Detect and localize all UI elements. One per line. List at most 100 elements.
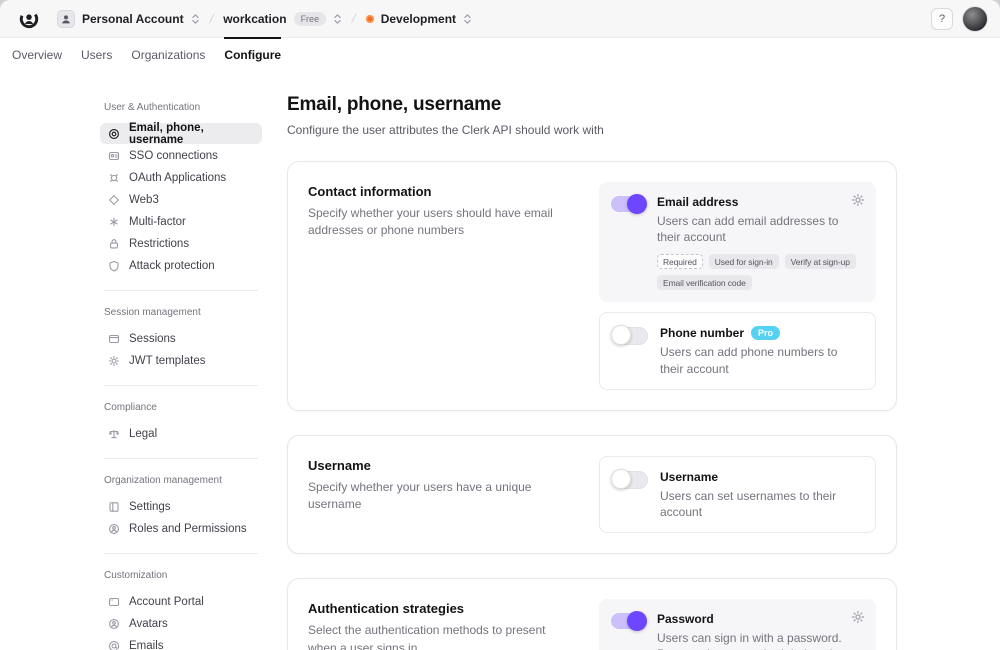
sidebar-item-avatars[interactable]: Avatars: [100, 613, 262, 634]
card-controls-column: Email address Users can add email addres…: [599, 182, 876, 390]
sidebar-item-jwt-templates[interactable]: JWT templates: [100, 350, 262, 371]
clerk-logo-icon[interactable]: [18, 8, 40, 30]
panel-body: Email address Users can add email addres…: [657, 194, 864, 290]
sidebar-item-label: Web3: [129, 194, 159, 206]
authentication-strategies-card: Authentication strategies Select the aut…: [287, 578, 897, 650]
breadcrumb-workspace[interactable]: workcation Free: [223, 12, 342, 26]
tab-bar: Overview Users Organizations Configure: [0, 38, 1000, 72]
panel-description: Users can sign in with a password. Passw…: [657, 630, 864, 650]
sidebar-item-label: Avatars: [129, 618, 168, 630]
content-area: User & Authentication Email, phone, user…: [0, 72, 1000, 650]
sidebar-item-restrictions[interactable]: Restrictions: [100, 233, 262, 254]
chevron-updown-icon: [191, 13, 200, 25]
chevron-updown-icon: [333, 13, 342, 25]
card-title: Authentication strategies: [308, 601, 571, 616]
sidebar-item-sessions[interactable]: Sessions: [100, 328, 262, 349]
sidebar-item-settings[interactable]: Settings: [100, 496, 262, 517]
panel-title: Phone number: [660, 326, 744, 340]
card-title: Username: [308, 458, 571, 473]
workspace-label: workcation: [223, 12, 286, 26]
fingerprint-icon: [108, 128, 120, 140]
at-sign-icon: [108, 640, 120, 650]
panel-title: Email address: [657, 195, 738, 209]
username-toggle[interactable]: [612, 471, 648, 489]
settings-gear-icon[interactable]: [851, 193, 865, 207]
sidebar-item-label: Restrictions: [129, 238, 189, 250]
main-panel: Email, phone, username Configure the use…: [287, 72, 897, 650]
toggle-knob: [627, 611, 647, 631]
password-panel: Password Users can sign in with a passwo…: [599, 599, 876, 650]
username-card: Username Specify whether your users have…: [287, 435, 897, 554]
sidebar-item-account-portal[interactable]: Account Portal: [100, 591, 262, 612]
oauth-token-icon: [108, 172, 120, 184]
sidebar-section-label: Customization: [104, 570, 262, 581]
toggle-knob: [611, 325, 631, 345]
sidebar-item-label: Attack protection: [129, 260, 215, 272]
card-description: Specify whether your users have a unique…: [308, 479, 571, 514]
breadcrumb-environment[interactable]: Development: [366, 12, 472, 26]
panel-body: Username Users can set usernames to thei…: [660, 469, 863, 520]
free-plan-badge: Free: [294, 12, 327, 26]
card-description: Specify whether your users should have e…: [308, 205, 571, 240]
tab-organizations[interactable]: Organizations: [131, 38, 205, 72]
divider: [104, 385, 258, 386]
page-subtitle: Configure the user attributes the Clerk …: [287, 123, 897, 137]
used-for-sign-in-badge: Used for sign-in: [709, 254, 779, 269]
help-label: ?: [939, 13, 945, 25]
settings-gear-icon[interactable]: [851, 610, 865, 624]
toggle-knob: [627, 194, 647, 214]
badge-row: Required Used for sign-in Verify at sign…: [657, 254, 864, 290]
panel-title: Password: [657, 612, 714, 626]
username-panel: Username Users can set usernames to thei…: [599, 456, 876, 533]
tab-overview[interactable]: Overview: [12, 38, 62, 72]
tab-configure[interactable]: Configure: [224, 38, 281, 72]
email-address-toggle[interactable]: [611, 196, 645, 212]
scales-icon: [108, 428, 120, 440]
panel-icon: [108, 501, 120, 513]
sidebar-item-legal[interactable]: Legal: [100, 423, 262, 444]
user-avatar[interactable]: [962, 6, 988, 32]
browser-icon: [108, 333, 120, 345]
divider: [104, 290, 258, 291]
sidebar-item-multi-factor[interactable]: Multi-factor: [100, 211, 262, 232]
chevron-updown-icon: [463, 13, 472, 25]
sidebar-section-label: Session management: [104, 307, 262, 318]
sidebar-item-web3[interactable]: Web3: [100, 189, 262, 210]
phone-number-panel: Phone number Pro Users can add phone num…: [599, 312, 876, 389]
sidebar-item-label: Roles and Permissions: [129, 523, 247, 535]
panel-description: Users can add phone numbers to their acc…: [660, 344, 863, 376]
avatar-icon: [108, 618, 120, 630]
password-toggle[interactable]: [611, 613, 645, 629]
card-description-column: Authentication strategies Select the aut…: [308, 599, 599, 650]
app-window: Personal Account / workcation Free / Dev…: [0, 0, 1000, 650]
sidebar-item-oauth-applications[interactable]: OAuth Applications: [100, 167, 262, 188]
sidebar-item-emails[interactable]: Emails: [100, 635, 262, 650]
card-controls-column: Password Users can sign in with a passwo…: [599, 599, 876, 650]
breadcrumb-separator: /: [208, 11, 215, 26]
sidebar-section-label: Compliance: [104, 402, 262, 413]
breadcrumb-account[interactable]: Personal Account: [57, 10, 200, 28]
sidebar-item-roles-permissions[interactable]: Roles and Permissions: [100, 518, 262, 539]
settings-sidebar: User & Authentication Email, phone, user…: [100, 72, 262, 650]
tab-users[interactable]: Users: [81, 38, 112, 72]
panel-body: Password Users can sign in with a passwo…: [657, 611, 864, 650]
sidebar-item-label: Account Portal: [129, 596, 204, 608]
phone-number-toggle[interactable]: [612, 327, 648, 345]
sidebar-item-sso-connections[interactable]: SSO connections: [100, 145, 262, 166]
card-title: Contact information: [308, 184, 571, 199]
card-description-column: Contact information Specify whether your…: [308, 182, 599, 390]
gear-icon: [108, 355, 120, 367]
sidebar-item-label: Sessions: [129, 333, 176, 345]
sidebar-item-attack-protection[interactable]: Attack protection: [100, 255, 262, 276]
sidebar-item-label: Legal: [129, 428, 157, 440]
id-card-icon: [108, 150, 120, 162]
sidebar-item-label: Multi-factor: [129, 216, 186, 228]
contact-information-card: Contact information Specify whether your…: [287, 161, 897, 411]
panel-body: Phone number Pro Users can add phone num…: [660, 325, 863, 376]
sidebar-item-email-phone-username[interactable]: Email, phone, username: [100, 123, 262, 144]
page-title: Email, phone, username: [287, 94, 897, 116]
card-description-column: Username Specify whether your users have…: [308, 456, 599, 533]
help-button[interactable]: ?: [931, 8, 953, 30]
panel-description: Users can add email addresses to their a…: [657, 213, 864, 245]
divider: [104, 553, 258, 554]
